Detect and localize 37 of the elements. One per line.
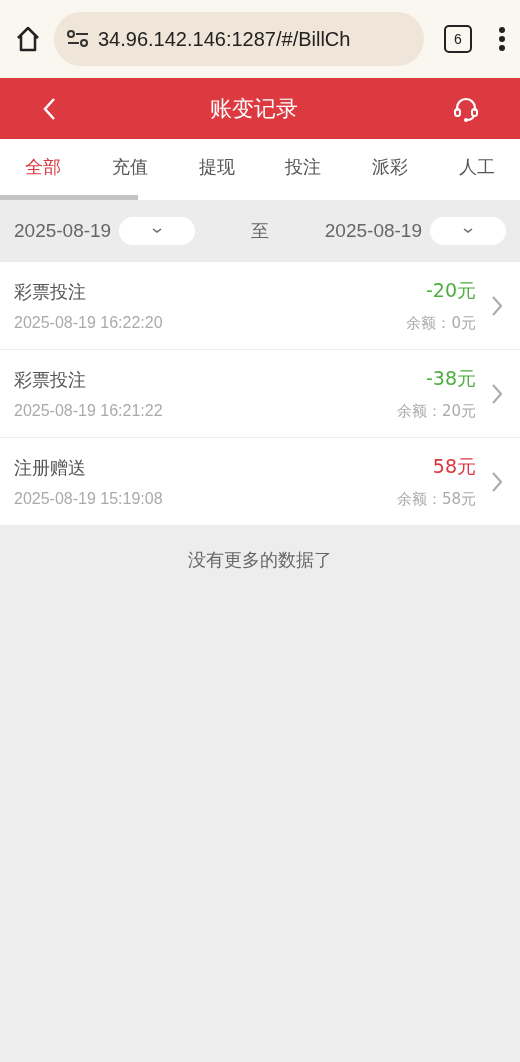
page-title: 账变记录 [210,94,298,123]
chevron-down-icon [463,228,473,234]
start-date: 2025-08-19 [14,220,112,242]
record-title: 注册赠送 [14,455,87,480]
filter-tab[interactable]: 人工 [433,139,520,195]
record-amount: -20元 [425,278,476,303]
url-text: 34.96.142.146:1287/#/BillCh [98,27,351,51]
menu-icon[interactable] [498,26,506,52]
filter-tab[interactable]: 充值 [86,139,174,195]
no-more-data-text: 没有更多的数据了 [188,548,332,572]
address-bar[interactable]: 34.96.142.146:1287/#/BillCh [54,12,424,66]
record-balance: 余额：20元 [396,402,476,421]
record-balance: 余额：58元 [396,490,476,509]
record-balance: 余额：0元 [406,314,476,333]
record-time: 2025-08-19 16:21:22 [14,401,164,420]
filter-tab[interactable]: 投注 [260,139,347,195]
tab-count[interactable]: 6 [444,25,472,53]
record-row[interactable]: 彩票投注 2025-08-19 16:22:20 -20元 余额：0元 [0,262,520,350]
record-title: 彩票投注 [14,279,87,304]
filter-tab[interactable]: 派彩 [346,139,434,195]
back-icon[interactable] [42,96,56,121]
chevron-right-icon [492,383,502,404]
site-settings-icon[interactable] [66,29,90,49]
record-title: 彩票投注 [14,367,87,392]
date-separator: 至 [251,219,269,243]
filter-tab[interactable]: 全部 [0,139,87,195]
chevron-down-icon [152,228,163,234]
record-amount: 58元 [432,454,476,479]
filter-tab[interactable]: 提现 [173,139,260,195]
end-date: 2025-08-19 [324,220,422,242]
record-row[interactable]: 注册赠送 2025-08-19 15:19:08 58元 余额：58元 [0,438,520,526]
chevron-right-icon [492,295,502,316]
record-row[interactable]: 彩票投注 2025-08-19 16:21:22 -38元 余额：20元 [0,350,520,438]
record-time: 2025-08-19 16:22:20 [14,313,164,332]
chevron-right-icon [492,471,502,492]
record-amount: -38元 [425,366,476,391]
record-time: 2025-08-19 15:19:08 [14,489,164,508]
